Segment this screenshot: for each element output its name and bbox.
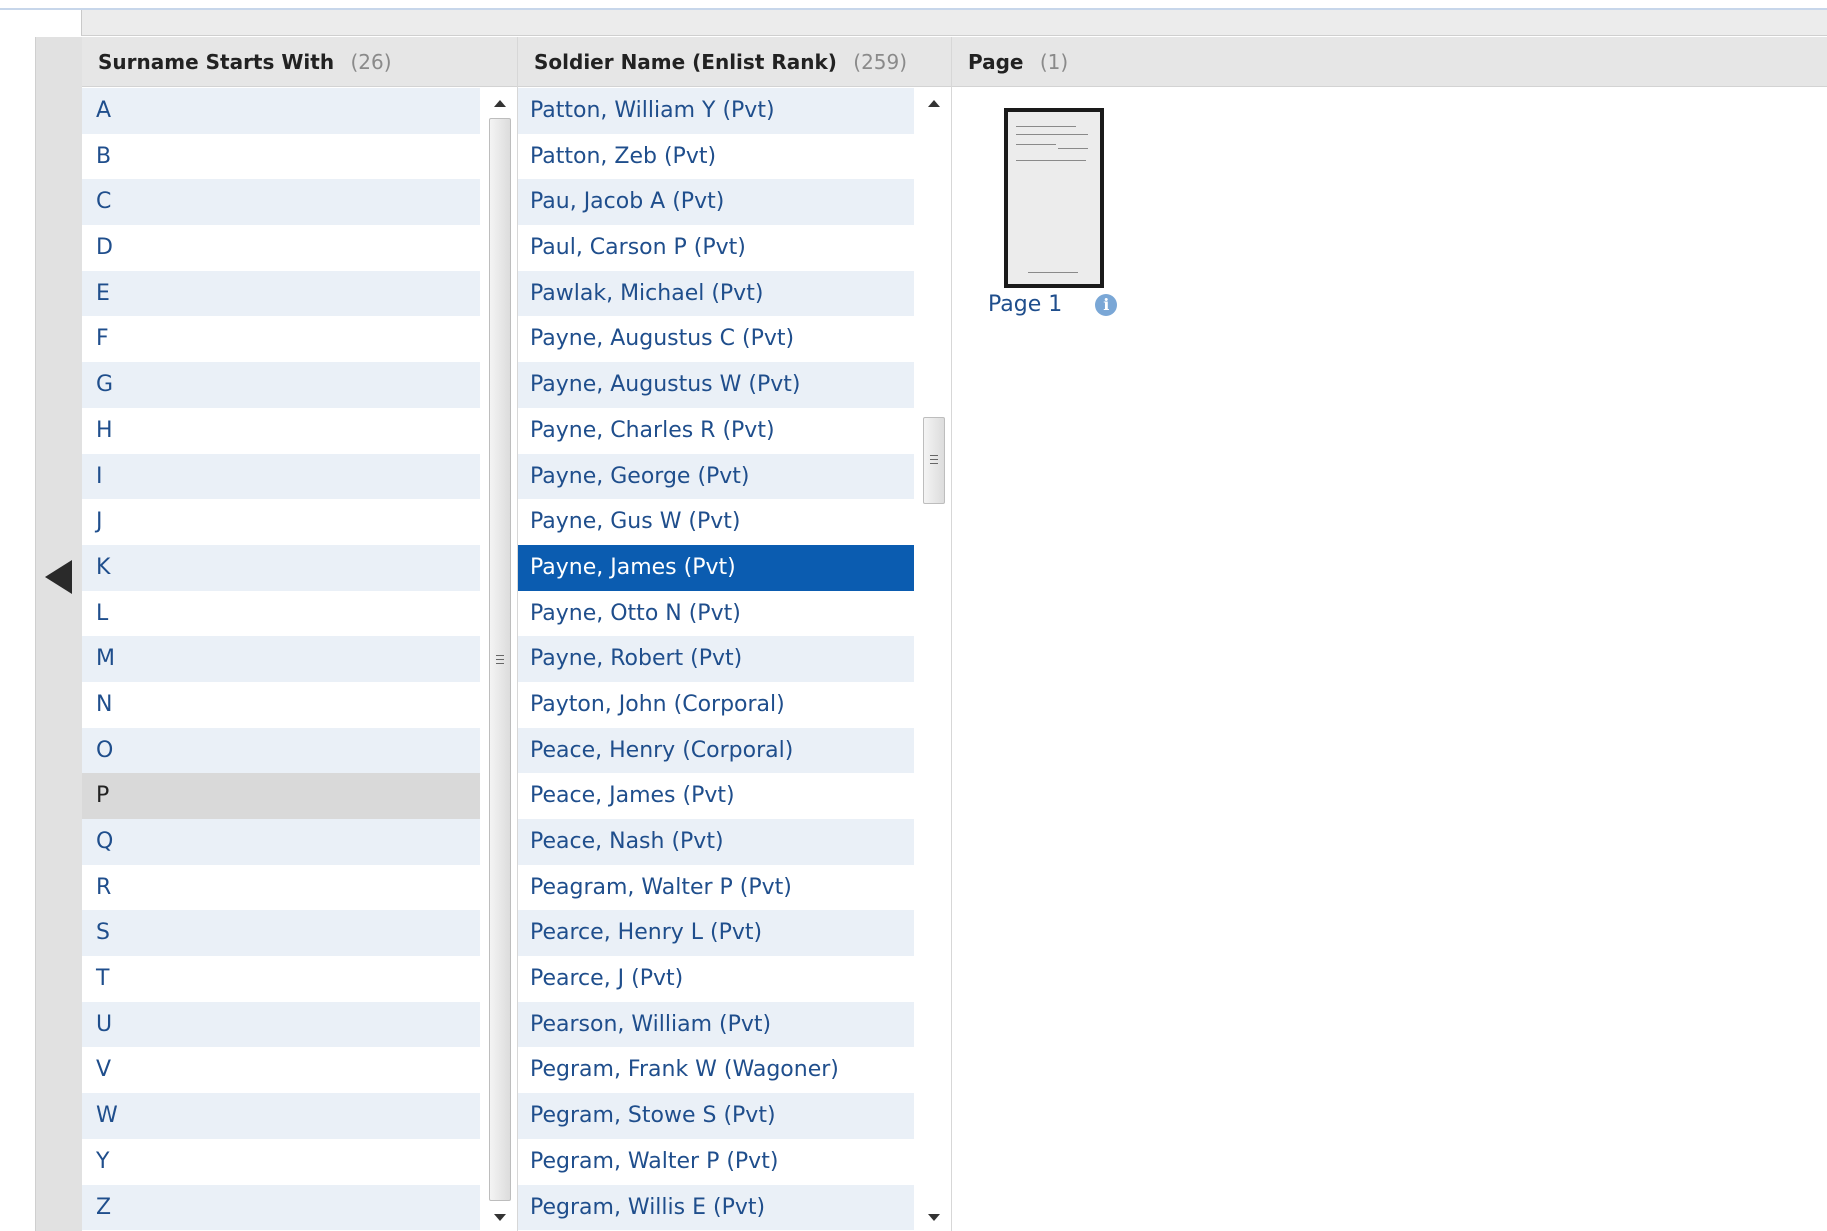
- surname-letter-item[interactable]: E: [82, 270, 480, 317]
- soldier-name-item[interactable]: Paul, Carson P (Pvt): [518, 225, 914, 271]
- scroll-down-arrow-icon[interactable]: [928, 1214, 940, 1221]
- soldier-name-item[interactable]: Patton, Zeb (Pvt): [518, 133, 914, 180]
- soldier-name-item[interactable]: Peace, Henry (Corporal): [518, 727, 914, 774]
- soldier-name-item[interactable]: Payne, Augustus C (Pvt): [518, 316, 914, 363]
- soldier-name-item[interactable]: Pawlak, Michael (Pvt): [518, 270, 914, 317]
- soldier-name-item[interactable]: Pearson, William (Pvt): [518, 1001, 914, 1048]
- surname-letter-item[interactable]: Q: [82, 819, 480, 865]
- soldier-column-header[interactable]: Soldier Name (Enlist Rank) (259): [518, 37, 951, 87]
- soldier-name-item[interactable]: Payne, James (Pvt): [518, 544, 914, 591]
- page-thumbnail[interactable]: [1004, 108, 1104, 288]
- soldier-name-item[interactable]: Payne, Augustus W (Pvt): [518, 362, 914, 408]
- surname-letter-item[interactable]: Z: [82, 1184, 480, 1231]
- soldier-name-item[interactable]: Payne, Robert (Pvt): [518, 636, 914, 682]
- scroll-grip-icon: [496, 654, 504, 666]
- page-column: Page (1) Page 1 i: [952, 37, 1827, 1231]
- soldier-name-item[interactable]: Payne, Charles R (Pvt): [518, 407, 914, 454]
- soldier-name-item[interactable]: Payton, John (Corporal): [518, 681, 914, 728]
- surname-letter-item[interactable]: A: [82, 88, 480, 134]
- top-border: [0, 0, 1827, 10]
- surname-letter-item[interactable]: G: [82, 362, 480, 408]
- soldier-name-item[interactable]: Pau, Jacob A (Pvt): [518, 179, 914, 226]
- soldier-name-item[interactable]: Pegram, Walter P (Pvt): [518, 1138, 914, 1185]
- toolbar-strip: [81, 10, 1827, 36]
- soldier-name-item[interactable]: Pegram, Stowe S (Pvt): [518, 1093, 914, 1139]
- surname-letter-item[interactable]: M: [82, 636, 480, 682]
- surname-letter-item[interactable]: T: [82, 956, 480, 1002]
- surname-letter-item[interactable]: C: [82, 179, 480, 226]
- surname-letter-item[interactable]: B: [82, 133, 480, 180]
- scroll-up-arrow-icon[interactable]: [494, 100, 506, 107]
- surname-letter-item[interactable]: Y: [82, 1138, 480, 1185]
- surname-scrollbar[interactable]: [484, 88, 514, 1231]
- soldier-name-item[interactable]: Payne, George (Pvt): [518, 453, 914, 500]
- surname-letter-list: ABCDEFGHIJKLMNOPQRSTUVWYZ: [82, 88, 480, 1231]
- soldier-name-item[interactable]: Pegram, Willis E (Pvt): [518, 1184, 914, 1231]
- soldier-name-item[interactable]: Peace, James (Pvt): [518, 773, 914, 819]
- surname-letter-item[interactable]: W: [82, 1093, 480, 1139]
- soldier-column: Soldier Name (Enlist Rank) (259) Patton,…: [518, 37, 952, 1231]
- soldier-name-item[interactable]: Payne, Otto N (Pvt): [518, 590, 914, 637]
- soldier-name-item[interactable]: Pearce, J (Pvt): [518, 956, 914, 1002]
- soldier-scrollbar[interactable]: [918, 88, 948, 1231]
- collapse-gutter: [35, 37, 82, 1231]
- surname-letter-item[interactable]: U: [82, 1001, 480, 1048]
- surname-letter-item[interactable]: I: [82, 453, 480, 500]
- scroll-grip-icon: [930, 455, 938, 467]
- page-label[interactable]: Page 1: [988, 292, 1062, 317]
- soldier-name-item[interactable]: Pearce, Henry L (Pvt): [518, 910, 914, 957]
- surname-letter-item[interactable]: P: [82, 773, 480, 819]
- collapse-left-arrow-icon[interactable]: [45, 560, 72, 594]
- page-column-header[interactable]: Page (1): [952, 37, 1827, 87]
- surname-letter-item[interactable]: H: [82, 407, 480, 454]
- scroll-thumb[interactable]: [489, 118, 511, 1201]
- page-thumbnail-caption: Page 1 i: [988, 290, 1118, 320]
- surname-letter-item[interactable]: K: [82, 544, 480, 591]
- scroll-up-arrow-icon[interactable]: [928, 100, 940, 107]
- soldier-name-item[interactable]: Patton, William Y (Pvt): [518, 88, 914, 134]
- soldier-name-item[interactable]: Pegram, Frank W (Wagoner): [518, 1047, 914, 1094]
- surname-letter-item[interactable]: D: [82, 225, 480, 271]
- info-icon[interactable]: i: [1095, 294, 1118, 316]
- soldier-name-list: Patton, William Y (Pvt) Patton, Zeb (Pvt)…: [518, 88, 914, 1231]
- page-column-count: (1): [1039, 50, 1069, 74]
- surname-column-count: (26): [350, 50, 392, 74]
- surname-letter-item[interactable]: R: [82, 864, 480, 911]
- soldier-name-item[interactable]: Payne, Gus W (Pvt): [518, 499, 914, 545]
- surname-letter-item[interactable]: S: [82, 910, 480, 957]
- page-column-title: Page: [968, 50, 1024, 74]
- surname-letter-item[interactable]: V: [82, 1047, 480, 1094]
- scroll-thumb[interactable]: [923, 416, 945, 504]
- document-preview: [1008, 112, 1100, 284]
- surname-column-header[interactable]: Surname Starts With (26): [82, 37, 517, 87]
- surname-letter-item[interactable]: L: [82, 590, 480, 637]
- surname-letter-item[interactable]: O: [82, 727, 480, 774]
- surname-column-title: Surname Starts With: [98, 50, 335, 74]
- surname-letter-item[interactable]: N: [82, 681, 480, 728]
- surname-column: Surname Starts With (26) ABCDEFGHIJKLMNO…: [82, 37, 518, 1231]
- surname-letter-item[interactable]: F: [82, 316, 480, 363]
- scroll-down-arrow-icon[interactable]: [494, 1214, 506, 1221]
- soldier-name-item[interactable]: Peace, Nash (Pvt): [518, 819, 914, 865]
- soldier-column-title: Soldier Name (Enlist Rank): [534, 50, 837, 74]
- soldier-name-item[interactable]: Peagram, Walter P (Pvt): [518, 864, 914, 911]
- surname-letter-item[interactable]: J: [82, 499, 480, 545]
- soldier-column-count: (259): [853, 50, 908, 74]
